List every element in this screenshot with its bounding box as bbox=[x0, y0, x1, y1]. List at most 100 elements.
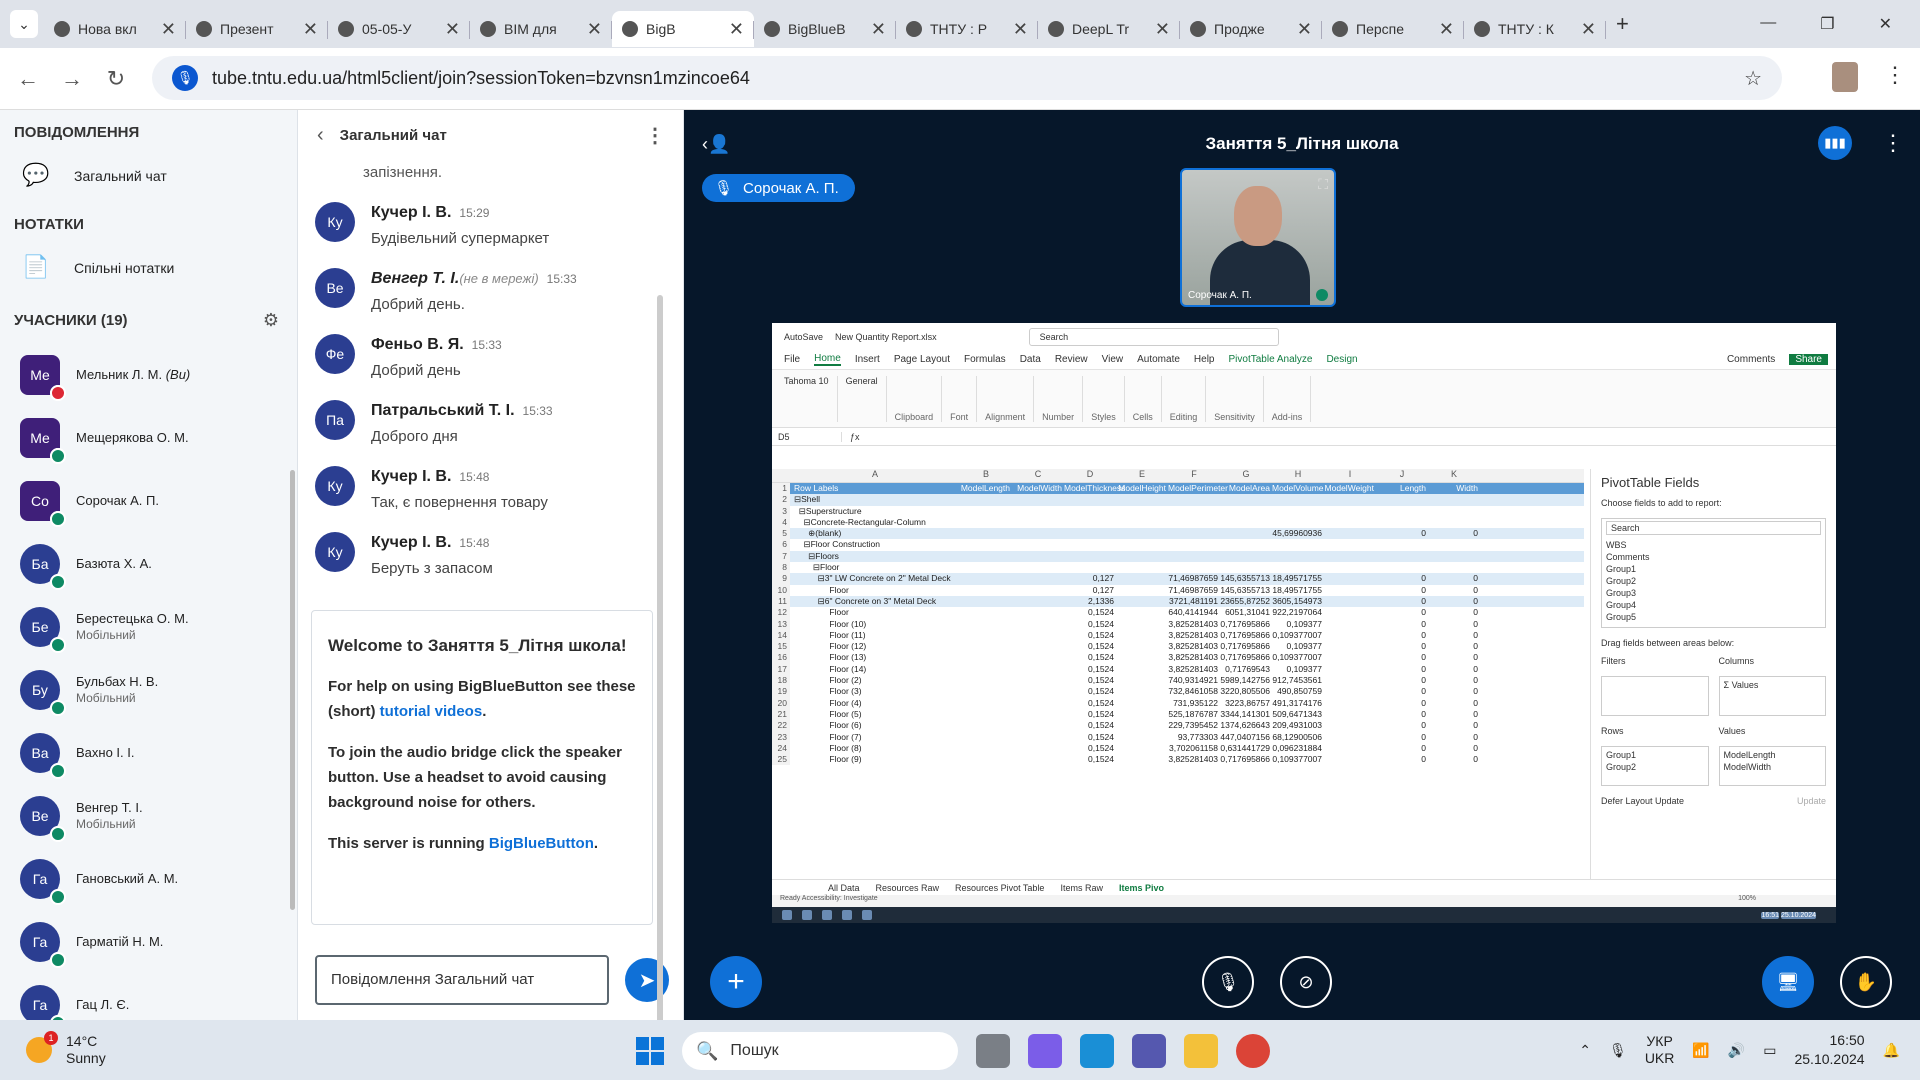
pivot-cell[interactable] bbox=[1220, 551, 1272, 562]
pivot-cell[interactable] bbox=[960, 573, 1012, 584]
column-header[interactable]: G bbox=[1220, 469, 1272, 482]
pivot-row-label[interactable]: ⊟3" LW Concrete on 2" Metal Deck bbox=[790, 573, 960, 584]
pivot-cell[interactable] bbox=[1220, 517, 1272, 528]
pivot-cell[interactable]: 0 bbox=[1376, 675, 1428, 686]
battery-icon[interactable]: ▭ bbox=[1763, 1042, 1776, 1059]
pivot-cell[interactable]: 0,1524 bbox=[1064, 754, 1116, 765]
pivot-cell[interactable]: 0 bbox=[1376, 686, 1428, 697]
pivot-cell[interactable]: 0,109377007 bbox=[1272, 652, 1324, 663]
font-size[interactable]: 10 bbox=[819, 376, 829, 386]
pivot-cell[interactable]: 2,1336 bbox=[1064, 596, 1116, 607]
pivot-cell[interactable] bbox=[1324, 698, 1376, 709]
pivot-cell[interactable] bbox=[1064, 551, 1116, 562]
close-window-icon[interactable]: ✕ bbox=[1879, 14, 1892, 34]
pivot-cell[interactable]: 490,850759 bbox=[1272, 686, 1324, 697]
pivot-cell[interactable]: 912,7453561 bbox=[1272, 675, 1324, 686]
sheet-tab[interactable]: Items Raw bbox=[1060, 883, 1103, 893]
pivot-cell[interactable]: 0 bbox=[1428, 585, 1480, 596]
pivot-cell[interactable]: 525,1876787 bbox=[1168, 709, 1220, 720]
pivot-cell[interactable]: 0 bbox=[1376, 528, 1428, 539]
pivot-cell[interactable] bbox=[1012, 494, 1064, 505]
pivot-cell[interactable] bbox=[1168, 551, 1220, 562]
actions-button[interactable]: + bbox=[710, 956, 762, 1008]
pivot-cell[interactable]: 0,109377007 bbox=[1272, 754, 1324, 765]
pivot-cell[interactable]: 0,127 bbox=[1064, 573, 1116, 584]
pivot-cell[interactable]: 0 bbox=[1376, 743, 1428, 754]
pivot-row-label[interactable]: Floor bbox=[790, 607, 960, 618]
column-header[interactable]: F bbox=[1168, 469, 1220, 482]
pivot-cell[interactable]: 0 bbox=[1428, 573, 1480, 584]
pivot-cell[interactable]: 0 bbox=[1428, 754, 1480, 765]
close-icon[interactable]: ✕ bbox=[729, 19, 744, 40]
pivot-cell[interactable] bbox=[1012, 539, 1064, 550]
pivot-cell[interactable] bbox=[960, 562, 1012, 573]
pivot-cell[interactable] bbox=[1324, 709, 1376, 720]
pivot-cell[interactable] bbox=[1012, 528, 1064, 539]
pivot-cell[interactable]: 0 bbox=[1428, 528, 1480, 539]
pivot-cell[interactable] bbox=[1272, 551, 1324, 562]
pivot-field-checkbox[interactable]: Group5 bbox=[1606, 611, 1821, 623]
pivot-cell[interactable]: 0,109377 bbox=[1272, 664, 1324, 675]
pivot-field-checkbox[interactable]: WBS bbox=[1606, 539, 1821, 551]
pivot-header-cell[interactable]: Row Labels bbox=[790, 483, 960, 494]
user-list-scrollbar[interactable] bbox=[290, 470, 295, 910]
pivot-row-label[interactable]: Floor (13) bbox=[790, 652, 960, 663]
pivot-cell[interactable] bbox=[1272, 517, 1324, 528]
pivot-cell[interactable] bbox=[1376, 517, 1428, 528]
microphone-icon[interactable]: 🎙 bbox=[172, 65, 198, 91]
pivot-cell[interactable] bbox=[1012, 573, 1064, 584]
pivot-cell[interactable] bbox=[1324, 664, 1376, 675]
pivot-header-cell[interactable]: ModelLength bbox=[960, 483, 1012, 494]
pivot-cell[interactable]: 0 bbox=[1376, 596, 1428, 607]
pivot-cell[interactable]: 0 bbox=[1376, 641, 1428, 652]
sheet-tab[interactable]: Resources Pivot Table bbox=[955, 883, 1044, 893]
pivot-row-label[interactable]: Floor (4) bbox=[790, 698, 960, 709]
pivot-cell[interactable]: 3605,154973 bbox=[1272, 596, 1324, 607]
pivot-cell[interactable]: 0 bbox=[1428, 641, 1480, 652]
webcam-video[interactable]: ⛶ Сорочак А. П. bbox=[1180, 168, 1336, 307]
pivot-cell[interactable] bbox=[960, 754, 1012, 765]
excel-menu-item[interactable]: Formulas bbox=[964, 354, 1006, 365]
pivot-cell[interactable]: 0,1524 bbox=[1064, 686, 1116, 697]
pivot-cell[interactable] bbox=[1272, 506, 1324, 517]
pivot-cell[interactable] bbox=[1324, 675, 1376, 686]
pivot-cell[interactable] bbox=[1012, 686, 1064, 697]
pivot-cell[interactable] bbox=[960, 641, 1012, 652]
microphone-tray-icon[interactable]: 🎙 bbox=[1609, 1042, 1627, 1059]
pivot-cell[interactable]: 0,717695866 bbox=[1220, 619, 1272, 630]
pivot-cell[interactable] bbox=[1324, 619, 1376, 630]
pivot-cell[interactable] bbox=[1116, 675, 1168, 686]
close-icon[interactable]: ✕ bbox=[871, 19, 886, 40]
pivot-cell[interactable] bbox=[960, 732, 1012, 743]
close-icon[interactable]: ✕ bbox=[1439, 19, 1454, 40]
browser-tab[interactable]: 05-05-У ✕ bbox=[328, 11, 470, 47]
column-header[interactable]: I bbox=[1324, 469, 1376, 482]
reload-icon[interactable]: ↻ bbox=[94, 66, 138, 92]
file-explorer-icon[interactable] bbox=[1184, 1034, 1218, 1068]
pivot-cell[interactable]: 3,825281403 bbox=[1168, 641, 1220, 652]
pivot-header-cell[interactable]: ModelVolume bbox=[1272, 483, 1324, 494]
chevron-up-icon[interactable]: ⌃ bbox=[1579, 1042, 1591, 1059]
pivot-cell[interactable] bbox=[1168, 506, 1220, 517]
speaker-icon[interactable]: 🔊 bbox=[1728, 1042, 1745, 1059]
pivot-row-label[interactable]: Floor (11) bbox=[790, 630, 960, 641]
column-header[interactable]: A bbox=[790, 469, 960, 482]
pivot-row-label[interactable]: Floor bbox=[790, 585, 960, 596]
pivot-cell[interactable]: 0 bbox=[1376, 607, 1428, 618]
pivot-cell[interactable]: 732,8461058 bbox=[1168, 686, 1220, 697]
pivot-cell[interactable]: 0 bbox=[1376, 754, 1428, 765]
pivot-row-label[interactable]: ⊟Superstructure bbox=[790, 506, 960, 517]
pivot-cell[interactable] bbox=[960, 517, 1012, 528]
pivot-cell[interactable]: 0 bbox=[1428, 709, 1480, 720]
public-chat-nav[interactable]: 💬 Загальний чат bbox=[0, 150, 297, 202]
connection-status-icon[interactable]: ▮▮▮ bbox=[1818, 126, 1852, 160]
close-icon[interactable]: ✕ bbox=[161, 19, 176, 40]
pivot-row-label[interactable]: Floor (8) bbox=[790, 743, 960, 754]
pivot-cell[interactable] bbox=[1116, 596, 1168, 607]
pivot-row-label[interactable]: Floor (10) bbox=[790, 619, 960, 630]
excel-menu-item[interactable]: Review bbox=[1055, 354, 1088, 365]
teams-icon[interactable] bbox=[1132, 1034, 1166, 1068]
close-icon[interactable]: ✕ bbox=[1581, 19, 1596, 40]
pivot-cell[interactable] bbox=[1220, 562, 1272, 573]
pivot-cell[interactable] bbox=[1012, 506, 1064, 517]
